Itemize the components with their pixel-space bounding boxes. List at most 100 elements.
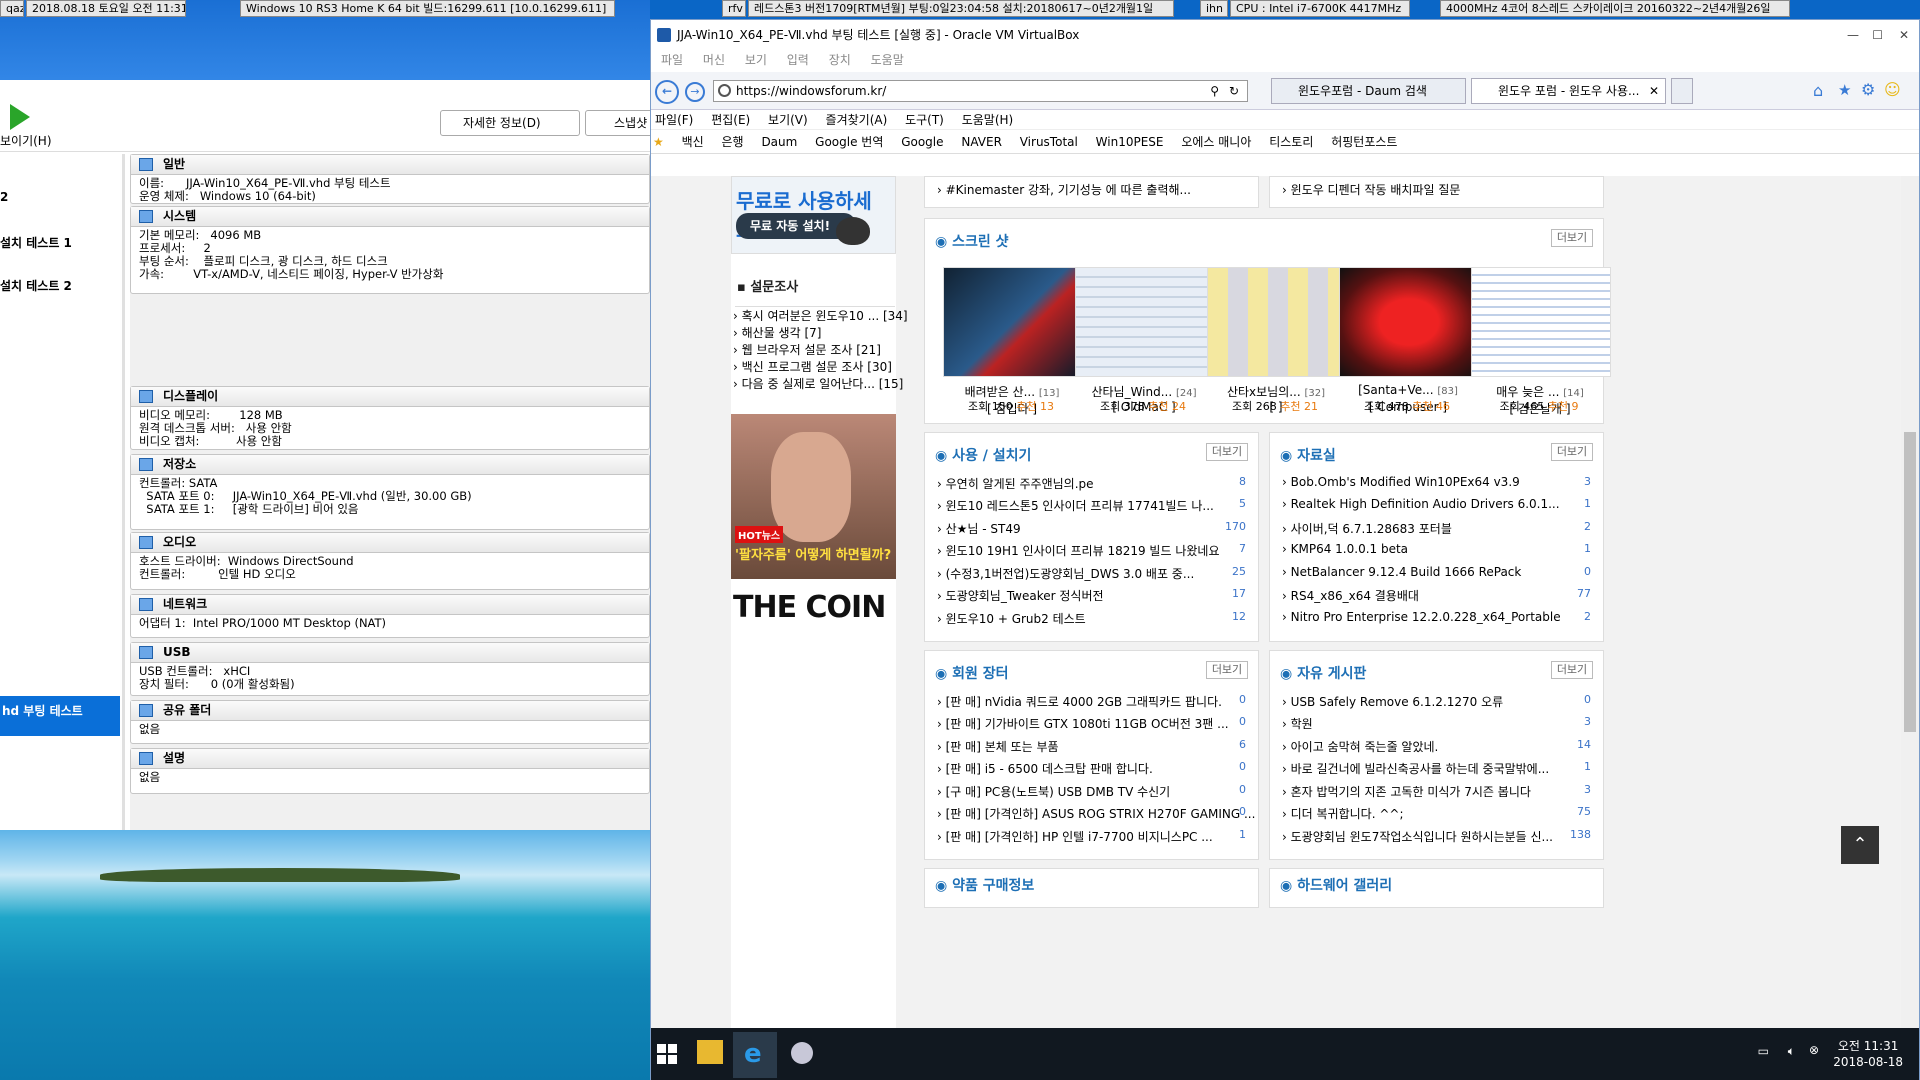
list-item[interactable]: › NetBalancer 9.12.4 Build 1666 RePack <box>1282 565 1521 579</box>
maximize-icon[interactable]: ☐ <box>1872 20 1883 51</box>
list-item[interactable]: › 도광양회님_Tweaker 정식버전 <box>937 587 1104 604</box>
favorites-star-icon[interactable]: ★ <box>1838 81 1851 99</box>
list-item[interactable]: › 산★님 - ST49 <box>937 520 1021 537</box>
fav-tistory[interactable]: 티스토리 <box>1269 135 1313 149</box>
vm-list-item-selected[interactable]: hd 부팅 테스트 <box>0 696 120 736</box>
ie-menu-favorites[interactable]: 즐겨찾기(A) <box>826 113 888 127</box>
refresh-icon[interactable]: ↻ <box>1229 81 1239 101</box>
more-button[interactable]: 더보기 <box>1551 443 1593 461</box>
list-item[interactable]: › 윈도우10 + Grub2 테스트 <box>937 610 1086 627</box>
more-button[interactable]: 더보기 <box>1206 661 1248 679</box>
system-clock[interactable]: 오전 11:31 2018-08-18 <box>1833 1038 1903 1070</box>
details-button[interactable]: 자세한 정보(D) <box>440 110 580 136</box>
fav-google-translate[interactable]: Google 번역 <box>815 135 883 149</box>
list-item[interactable]: › 윈도10 19H1 인사이더 프리뷰 18219 빌드 나왔네요 <box>937 542 1219 559</box>
list-item[interactable]: › Bob.Omb's Modified Win10PEx64 v3.9 <box>1282 475 1520 489</box>
poll-item[interactable]: › 다음 중 실제로 일어난다... [15] <box>733 376 908 393</box>
start-icon[interactable] <box>657 1044 677 1064</box>
fav-google[interactable]: Google <box>901 135 943 149</box>
network-icon[interactable]: ▭ <box>1758 1044 1769 1058</box>
fav-win10pese[interactable]: Win10PESE <box>1096 135 1164 149</box>
thumb-title[interactable]: [Santa+Ve... [83] <box>1333 383 1483 397</box>
search-icon[interactable]: ⚲ <box>1210 81 1219 101</box>
ie-taskbar-button[interactable]: e <box>733 1032 777 1078</box>
snapshot-button[interactable]: 스냅샷 <box>585 110 655 136</box>
top-item-right[interactable]: › 윈도우 디펜더 작동 배치파일 질문 <box>1269 176 1604 208</box>
back-icon[interactable]: ← <box>655 80 679 104</box>
vm-menu-devices[interactable]: 장치 <box>829 53 851 67</box>
screenshot-thumb[interactable] <box>943 267 1083 377</box>
list-item[interactable]: › 디더 복귀합니다. ^^; <box>1282 805 1404 822</box>
list-item[interactable]: › 학원 <box>1282 715 1313 732</box>
tab-windowsforum[interactable]: 윈도우 포럼 - 윈도우 사용... ✕ <box>1471 78 1666 104</box>
list-item[interactable]: › [판 매] nVidia 쿼드로 4000 2GB 그래픽카드 팝니다. <box>937 693 1222 710</box>
list-item[interactable]: › [판 매] i5 - 6500 데스크탑 판매 합니다. <box>937 760 1153 777</box>
screenshot-thumb[interactable] <box>1207 267 1347 377</box>
list-item[interactable]: › 바로 길건너에 빌라신축공사를 하는데 중국말밖에... <box>1282 760 1549 777</box>
list-item[interactable]: › 혼자 밥먹기의 지존 고독한 미식가 7시즌 봅니다 <box>1282 783 1531 800</box>
list-item[interactable]: › [판 매] [가격인하] ASUS ROG STRIX H270F GAMI… <box>937 805 1255 822</box>
list-item[interactable]: › USB Safely Remove 6.1.2.1270 오류 <box>1282 693 1503 710</box>
fav-daum[interactable]: Daum <box>761 135 797 149</box>
list-item[interactable]: › [구 매] PC용(노트북) USB DMB TV 수신기 <box>937 783 1170 800</box>
list-item[interactable]: › 사이버,덕 6.7.1.28683 포터블 <box>1282 520 1452 537</box>
fav-naver[interactable]: NAVER <box>961 135 1002 149</box>
vm-menu-file[interactable]: 파일 <box>661 53 683 67</box>
forward-icon[interactable]: → <box>685 82 705 102</box>
vm-menu-machine[interactable]: 머신 <box>703 53 725 67</box>
list-item[interactable]: › RS4_x86_x64 결용배대 <box>1282 587 1419 604</box>
home-icon[interactable]: ⌂ <box>1813 81 1823 100</box>
gear-icon[interactable]: ⚙ <box>1861 80 1875 99</box>
coin-ad[interactable]: THE COIN <box>733 590 886 625</box>
show-arrow-icon[interactable] <box>10 104 30 130</box>
show-label[interactable]: 보이기(H) <box>0 132 52 149</box>
file-explorer-icon[interactable] <box>697 1040 723 1064</box>
list-item[interactable]: › [판 매] 기가바이트 GTX 1080ti 11GB OC버전 3팬 ..… <box>937 715 1229 732</box>
list-item[interactable]: › 도광양회님 윈도7작업소식입니다 원하시는분들 신... <box>1282 828 1553 845</box>
fav-vaccine[interactable]: 백신 <box>682 135 704 149</box>
hot-news-ad[interactable]: HOT뉴스 '팔자주름' 어떻게 하면될까? <box>731 414 896 579</box>
scrollbar-thumb[interactable] <box>1904 432 1916 732</box>
list-item[interactable]: › KMP64 1.0.0.1 beta <box>1282 542 1408 556</box>
poll-item[interactable]: › 해산물 생각 [7] <box>733 325 908 342</box>
scrollbar[interactable] <box>1901 176 1919 1046</box>
ie-menu-file[interactable]: 파일(F) <box>655 113 693 127</box>
fav-huffpost[interactable]: 허핑턴포스트 <box>1331 135 1397 149</box>
list-item[interactable]: › [판 매] 본체 또는 부품 <box>937 738 1059 755</box>
fav-add-icon[interactable]: ★ <box>653 135 664 149</box>
address-bar[interactable]: https://windowsforum.kr/ ⚲ ↻ <box>713 80 1248 102</box>
list-item[interactable]: › [판 매] [가격인하] HP 인텔 i7-7700 비지니스PC ... <box>937 828 1213 845</box>
ie-menu-edit[interactable]: 편집(E) <box>711 113 750 127</box>
poll-item[interactable]: › 백신 프로그램 설문 조사 [30] <box>733 359 908 376</box>
minimize-icon[interactable]: — <box>1847 20 1859 51</box>
more-button[interactable]: 더보기 <box>1206 443 1248 461</box>
list-item[interactable]: › Nitro Pro Enterprise 12.2.0.228_x64_Po… <box>1282 610 1561 624</box>
vm-list-item[interactable]: 설치 테스트 1 <box>0 234 72 251</box>
tab-close-icon[interactable]: ✕ <box>1649 79 1659 103</box>
smiley-icon[interactable]: ☺ <box>1884 80 1901 99</box>
fav-virustotal[interactable]: VirusTotal <box>1020 135 1078 149</box>
notification-icon[interactable]: ⊗ <box>1809 1043 1819 1057</box>
volume-icon[interactable]: 🔈︎ <box>1788 1044 1795 1059</box>
vm-list-item[interactable]: 설치 테스트 2 <box>0 277 72 294</box>
list-item[interactable]: › 아이고 숨막혀 죽는줄 알았네. <box>1282 738 1438 755</box>
vm-menu-input[interactable]: 입력 <box>787 53 809 67</box>
vm-list-item[interactable]: 2 <box>0 190 8 204</box>
ie-menu-tools[interactable]: 도구(T) <box>905 113 944 127</box>
top-item-left[interactable]: › #Kinemaster 강좌, 기기성능 에 따른 출력해... <box>924 176 1259 208</box>
app-icon[interactable] <box>791 1042 813 1064</box>
close-icon[interactable]: ✕ <box>1899 20 1909 51</box>
list-item[interactable]: › 우연히 알게된 주주앤님의.pe <box>937 475 1094 492</box>
ad-banner[interactable]: 무료로 사용하세요! 무료 자동 설치! <box>731 176 896 254</box>
more-button[interactable]: 더보기 <box>1551 229 1593 247</box>
list-item[interactable]: › Realtek High Definition Audio Drivers … <box>1282 497 1560 511</box>
vm-menu-view[interactable]: 보기 <box>745 53 767 67</box>
ie-menu-view[interactable]: 보기(V) <box>768 113 808 127</box>
poll-item[interactable]: › 혹시 여러분은 윈도우10 ... [34] <box>733 308 908 325</box>
fav-bank[interactable]: 은행 <box>722 135 744 149</box>
list-item[interactable]: › 윈도10 레드스톤5 인사이더 프리뷰 17741빌드 나... <box>937 497 1214 514</box>
screenshot-thumb[interactable] <box>1339 267 1479 377</box>
scroll-top-button[interactable]: ⌃ <box>1841 826 1879 864</box>
list-item[interactable]: › (수정3,1버전업)도광양회님_DWS 3.0 배포 중... <box>937 565 1194 582</box>
ie-menu-help[interactable]: 도움말(H) <box>962 113 1014 127</box>
